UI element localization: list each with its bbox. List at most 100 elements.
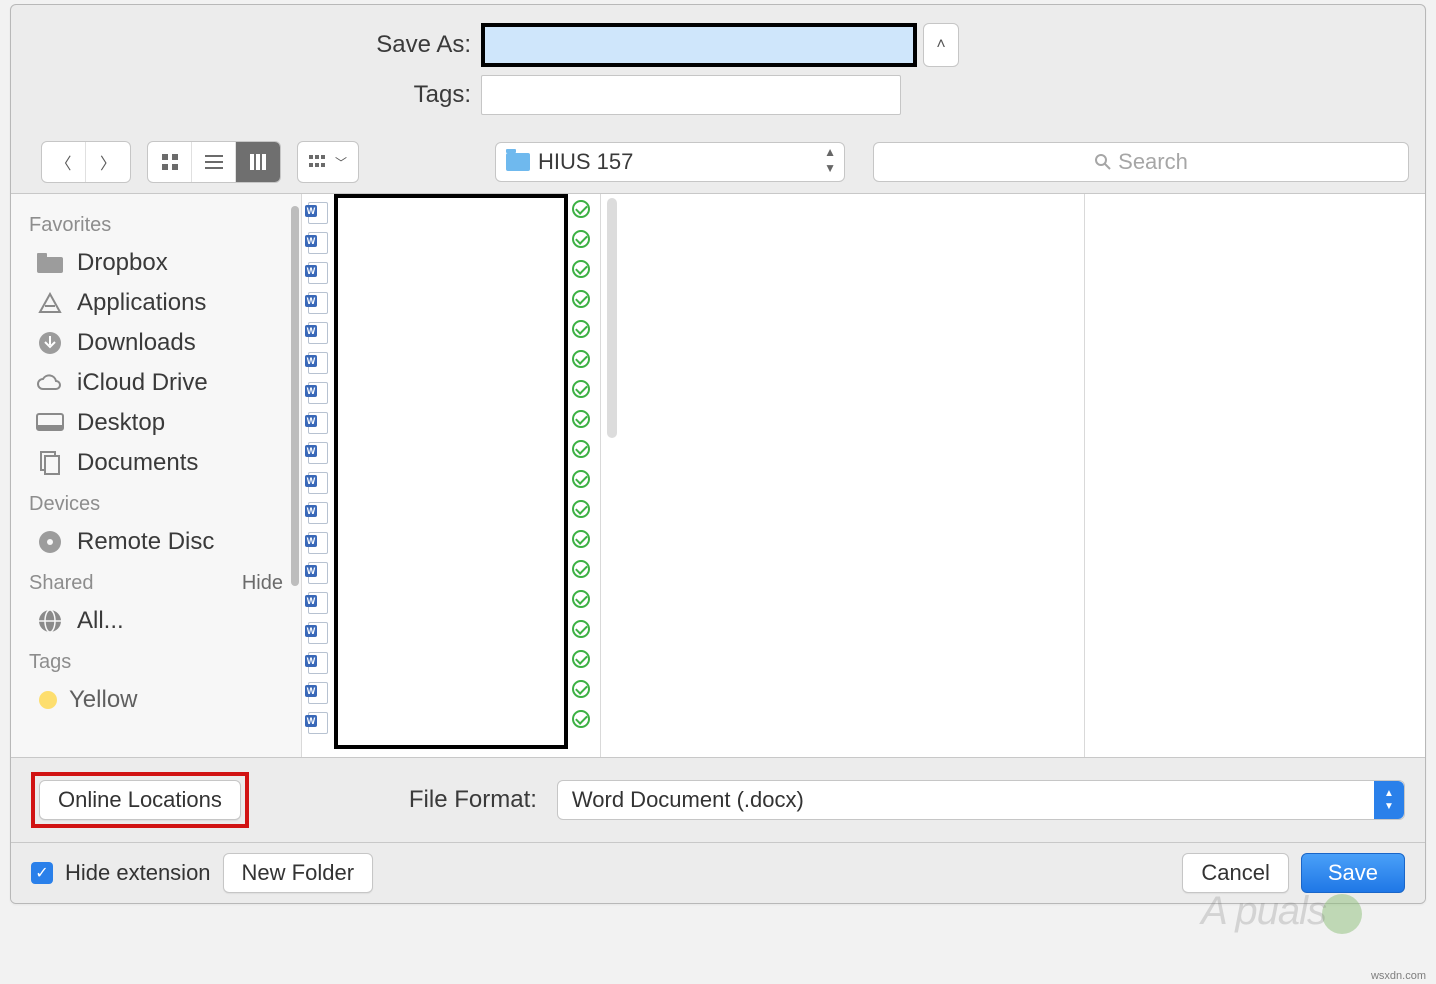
sidebar-item-icloud[interactable]: iCloud Drive [25,363,287,403]
file-column[interactable]: /* rows generated below via simple loop-… [301,194,601,757]
sync-ok-icon [572,620,590,638]
columns-icon [249,153,267,171]
hide-extension-checkbox[interactable]: ✓ [31,862,53,884]
redaction-box [334,194,568,749]
nav-back-forward: 〈 〉 [41,141,131,183]
tags-label: Tags: [11,81,481,109]
search-icon [1094,153,1112,171]
sync-ok-icon [572,350,590,368]
sidebar-item-remote-disc[interactable]: Remote Disc [25,522,287,562]
search-input[interactable]: Search [873,142,1409,182]
sync-ok-icon [572,290,590,308]
nav-back-button[interactable]: 〈 [42,142,86,182]
sidebar-item-tag-yellow[interactable]: Yellow [25,680,287,720]
documents-icon [35,451,65,475]
nav-forward-button[interactable]: 〉 [86,142,130,182]
save-button[interactable]: Save [1301,853,1405,893]
column-scrollbar[interactable] [607,198,617,438]
word-doc-icon [308,682,328,704]
file-format-label: File Format: [409,786,537,814]
tag-dot-icon [39,691,57,709]
list-icon [205,153,223,171]
sidebar-header-devices: Devices [29,493,283,516]
save-dialog: Save As: ˄ Tags: 〈 〉 [10,4,1426,904]
word-doc-icon [308,592,328,614]
sidebar-scrollbar[interactable] [291,206,299,586]
sync-ok-icon [572,500,590,518]
word-doc-icon [308,502,328,524]
view-mode-group [147,141,281,183]
word-doc-icon [308,442,328,464]
browser-body: Favorites Dropbox Applications Downloads… [11,194,1425,757]
sidebar-item-downloads[interactable]: Downloads [25,323,287,363]
sidebar-header-favorites: Favorites [29,214,283,237]
word-doc-icon [308,562,328,584]
sync-ok-icon [572,440,590,458]
arrange-group: ﹀ [297,141,359,183]
shared-hide-button[interactable]: Hide [242,572,283,595]
file-format-select[interactable]: Word Document (.docx) ▲▼ [557,780,1405,820]
word-doc-icon [308,262,328,284]
grid-options-icon [309,155,331,169]
sync-ok-icon [572,680,590,698]
watermark-text: A puals [1201,889,1326,934]
word-doc-icon [308,622,328,644]
new-folder-button[interactable]: New Folder [223,853,373,893]
network-icon [35,609,65,633]
folder-icon [506,153,530,171]
cancel-button[interactable]: Cancel [1182,853,1288,893]
sidebar-header-tags: Tags [29,651,283,674]
word-doc-icon [308,202,328,224]
view-list-button[interactable] [192,142,236,182]
applications-icon [35,291,65,315]
save-as-input[interactable] [481,23,917,67]
word-doc-icon [308,532,328,554]
view-icons-button[interactable] [148,142,192,182]
sync-ok-icon [572,710,590,728]
view-columns-button[interactable] [236,142,280,182]
folder-icon [35,251,65,275]
sync-ok-icon [572,470,590,488]
sync-ok-icon [572,200,590,218]
sidebar: Favorites Dropbox Applications Downloads… [11,194,301,757]
tags-input[interactable] [481,75,901,115]
path-selector[interactable]: HIUS 157 ▲▼ [495,142,845,182]
sync-ok-icon [572,230,590,248]
sidebar-item-applications[interactable]: Applications [25,283,287,323]
sync-ok-icon [572,650,590,668]
sync-ok-icon [572,560,590,578]
preview-column [1085,194,1425,757]
grid-icon [161,153,179,171]
sidebar-item-dropbox[interactable]: Dropbox [25,243,287,283]
chevron-up-icon: ˄ [936,36,945,54]
file-format-value: Word Document (.docx) [572,787,804,813]
word-doc-icon [308,352,328,374]
search-placeholder: Search [1118,149,1188,175]
sync-ok-icon [572,530,590,548]
chevron-down-icon: ﹀ [335,154,347,171]
online-locations-highlight: Online Locations [31,772,249,828]
sync-ok-icon [572,590,590,608]
word-doc-icon [308,412,328,434]
arrange-button[interactable]: ﹀ [298,142,358,182]
watermark-logo-icon [1322,894,1362,934]
sync-ok-icon [572,380,590,398]
format-bar: Online Locations File Format: Word Docum… [11,757,1425,842]
cloud-icon [35,371,65,395]
online-locations-button[interactable]: Online Locations [39,780,241,820]
sidebar-item-documents[interactable]: Documents [25,443,287,483]
sidebar-item-all-shared[interactable]: All... [25,601,287,641]
chevron-left-icon: 〈 [55,150,71,174]
sync-ok-icon [572,260,590,278]
word-doc-icon [308,292,328,314]
hide-extension-label: Hide extension [65,860,211,886]
word-doc-icon [308,232,328,254]
desktop-icon [35,411,65,435]
select-stepper-icon: ▲▼ [1374,781,1404,819]
file-column-2[interactable] [601,194,1085,757]
path-stepper-icon: ▲▼ [824,147,836,173]
expand-toggle-button[interactable]: ˄ [923,23,959,67]
sidebar-item-desktop[interactable]: Desktop [25,403,287,443]
browser-toolbar: 〈 〉 ﹀ HIUS 157 ▲▼ Se [11,135,1425,194]
downloads-icon [35,331,65,355]
